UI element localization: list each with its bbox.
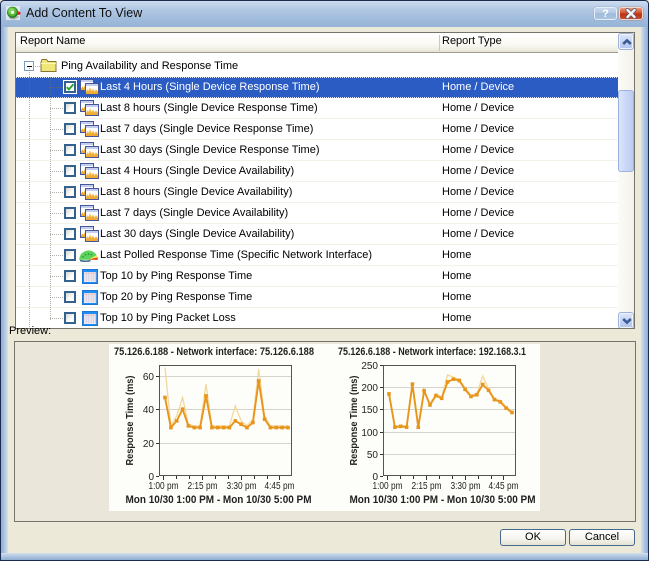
svg-text:60: 60: [143, 372, 155, 383]
svg-text:3:30 pm: 3:30 pm: [227, 481, 257, 492]
svg-text:1:00 pm: 1:00 pm: [373, 481, 403, 492]
svg-text:4:45 pm: 4:45 pm: [265, 481, 295, 492]
svg-text:Response Time (ms): Response Time (ms): [349, 376, 360, 466]
svg-text:1:00 pm: 1:00 pm: [149, 481, 179, 492]
svg-text:75.126.6.188 - Network interfa: 75.126.6.188 - Network interface: 192.16…: [338, 346, 526, 358]
svg-text:Mon 10/30 1:00 PM - Mon 10/30: Mon 10/30 1:00 PM - Mon 10/30 5:00 PM: [350, 494, 536, 506]
svg-text:Mon 10/30 1:00 PM - Mon 10/30: Mon 10/30 1:00 PM - Mon 10/30 5:00 PM: [126, 494, 312, 506]
svg-text:100: 100: [361, 428, 378, 439]
svg-text:40: 40: [143, 405, 155, 416]
svg-text:20: 20: [143, 439, 155, 450]
svg-text:75.126.6.188 - Network interfa: 75.126.6.188 - Network interface: 75.126…: [114, 346, 314, 358]
svg-text:3:30 pm: 3:30 pm: [451, 481, 481, 492]
svg-text:Response Time (ms): Response Time (ms): [125, 376, 136, 466]
svg-text:50: 50: [367, 450, 379, 461]
svg-text:2:15 pm: 2:15 pm: [188, 481, 218, 492]
svg-text:2:15 pm: 2:15 pm: [412, 481, 442, 492]
svg-text:150: 150: [361, 405, 378, 416]
svg-text:200: 200: [361, 383, 378, 394]
svg-text:250: 250: [361, 361, 378, 372]
svg-text:4:45 pm: 4:45 pm: [489, 481, 519, 492]
